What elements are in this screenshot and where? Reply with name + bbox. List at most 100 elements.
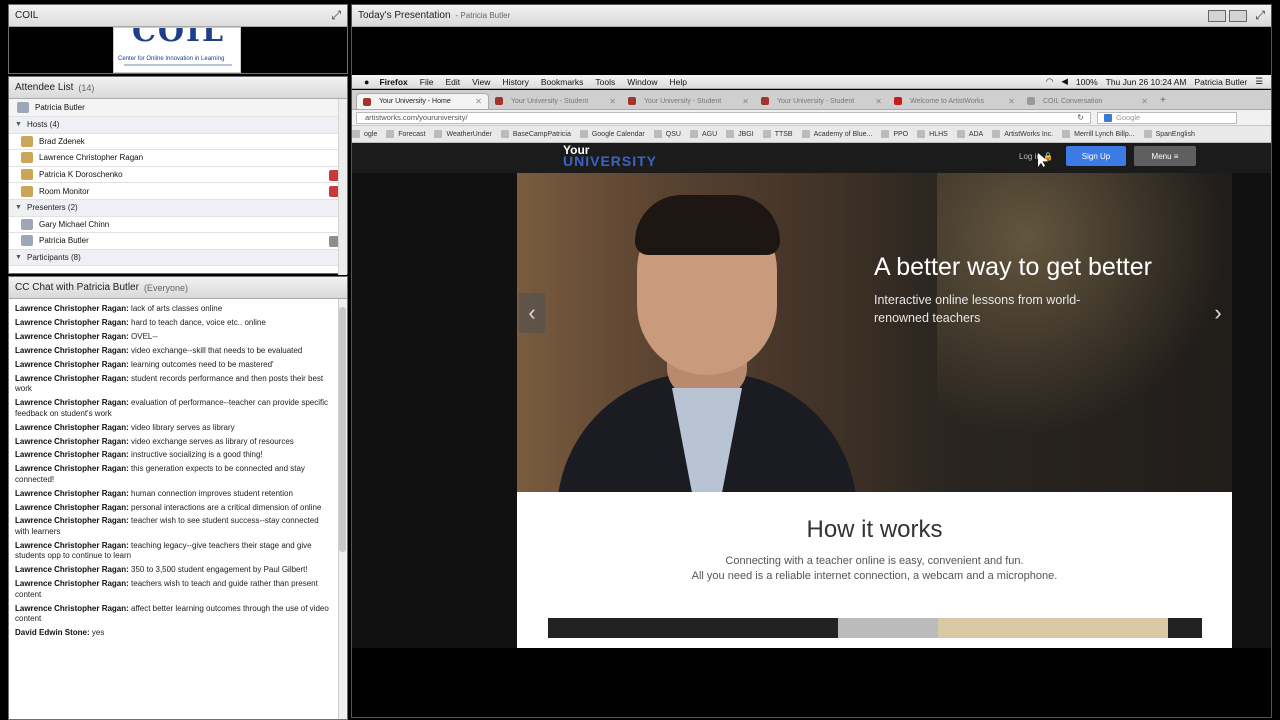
host-icon	[21, 135, 33, 147]
attendee-row[interactable]: Lawrence Christopher Ragan	[9, 150, 347, 167]
tab-artistworks[interactable]: Welcome to ArtistWorks ✕	[888, 93, 1021, 109]
tab-student-2[interactable]: Your University - Student ✕	[622, 93, 755, 109]
close-icon[interactable]: ✕	[1008, 97, 1015, 106]
reload-icon[interactable]: ↻	[1077, 113, 1084, 122]
fullscreen-icon[interactable]: ⤢	[331, 8, 341, 23]
group-label: Hosts (4)	[27, 120, 60, 130]
attendee-name: Gary Michael Chinn	[39, 219, 110, 229]
bookmark-item[interactable]: TTSB	[762, 130, 793, 138]
tab-student-3[interactable]: Your University - Student ✕	[755, 93, 888, 109]
bookmark-item[interactable]: SpanEnglish	[1143, 130, 1195, 138]
chat-message: Lawrence Christopher Ragan: affect bette…	[15, 604, 335, 625]
group-participants[interactable]: ▼ Participants (8)	[9, 249, 347, 267]
apple-icon[interactable]: ●	[364, 77, 369, 87]
bookmark-icon	[762, 130, 771, 138]
menu-help[interactable]: Help	[669, 77, 686, 87]
clock[interactable]: Thu Jun 26 10:24 AM	[1106, 77, 1187, 87]
attendee-pod-title: Attendee List	[15, 82, 74, 93]
bookmark-label: Merrill Lynch Billp...	[1074, 130, 1135, 138]
bookmark-icon	[689, 130, 698, 138]
bookmark-item[interactable]: ADA	[956, 130, 984, 138]
chat-scroll-thumb[interactable]	[339, 307, 346, 552]
attendee-row[interactable]: Brad Zdenek	[9, 134, 347, 151]
bookmark-item[interactable]: Merrill Lynch Billp...	[1062, 130, 1135, 138]
menu-history[interactable]: History	[502, 77, 528, 87]
caret-down-icon[interactable]: ▼	[15, 204, 27, 211]
attendee-scrollbar[interactable]	[338, 99, 347, 275]
bookmark-label: TTSB	[774, 130, 793, 138]
close-icon[interactable]: ✕	[609, 97, 616, 106]
menu-firefox[interactable]: Firefox	[379, 77, 407, 87]
layout-wide-icon[interactable]	[1229, 9, 1248, 22]
host-icon	[21, 169, 33, 181]
menu-file[interactable]: File	[420, 77, 434, 87]
coil-logo-tagline: Center for Online Innovation in Learning	[118, 56, 225, 62]
caret-down-icon[interactable]: ▼	[15, 121, 27, 128]
login-link[interactable]: Log in 🔒	[1019, 152, 1053, 161]
current-user[interactable]: Patricia Butler	[1194, 77, 1247, 87]
menu-view[interactable]: View	[472, 77, 490, 87]
bookmark-label: WeatherUnder	[446, 130, 492, 138]
menu-window[interactable]: Window	[627, 77, 657, 87]
signup-button[interactable]: Sign Up	[1066, 146, 1126, 166]
hero-subtitle: Interactive online lessons from world-re…	[874, 293, 1081, 325]
fullscreen-icon[interactable]: ⤢	[1255, 8, 1265, 23]
bookmark-item[interactable]: JBGI	[726, 130, 754, 138]
menu-tools[interactable]: Tools	[595, 77, 615, 87]
close-icon[interactable]: ✕	[742, 97, 749, 106]
bookmark-icon	[1143, 130, 1152, 138]
battery-level[interactable]: 100%	[1076, 77, 1098, 87]
bookmark-item[interactable]: Google Calendar	[579, 130, 645, 138]
attendee-row[interactable]: Room Monitor	[9, 183, 347, 200]
bookmark-item[interactable]: ogle	[352, 130, 377, 138]
bookmark-label: ADA	[968, 130, 984, 138]
new-tab-button[interactable]: +	[1154, 95, 1172, 109]
bookmark-item[interactable]: WeatherUnder	[434, 130, 492, 138]
tab-home[interactable]: Your University - Home ✕	[356, 93, 489, 109]
carousel-next-chevron-right-icon[interactable]: ›	[1205, 293, 1231, 333]
close-icon[interactable]: ✕	[875, 97, 882, 106]
nav-bar: artistworks.com/youruniversity/ ↻ Google	[352, 110, 1271, 126]
attendee-name: Brad Zdenek	[39, 136, 85, 146]
wifi-icon[interactable]: ◠	[1046, 76, 1053, 87]
attendee-row[interactable]: Patricia K Doroschenko	[9, 167, 347, 184]
bookmark-icon	[653, 130, 662, 138]
close-icon[interactable]: ✕	[1141, 97, 1148, 106]
group-presenters[interactable]: ▼ Presenters (2)	[9, 199, 347, 217]
menu-edit[interactable]: Edit	[445, 77, 460, 87]
chat-scrollbar[interactable]	[338, 299, 347, 719]
carousel-prev-chevron-left-icon[interactable]: ‹	[519, 293, 545, 333]
tab-student-1[interactable]: Your University - Student ✕	[489, 93, 622, 109]
bookmark-label: SpanEnglish	[1155, 130, 1195, 138]
bookmark-item[interactable]: QSU	[653, 130, 681, 138]
bookmark-item[interactable]: ArtistWorks Inc.	[992, 130, 1053, 138]
chat-sender: Lawrence Christopher Ragan:	[15, 502, 129, 512]
bookmark-item[interactable]: Forecast	[386, 130, 425, 138]
group-hosts[interactable]: ▼ Hosts (4)	[9, 117, 347, 134]
bookmark-item[interactable]: PPO	[881, 130, 908, 138]
site-logo[interactable]: Your UNIVERSITY	[563, 144, 657, 168]
menu-bookmarks[interactable]: Bookmarks	[541, 77, 584, 87]
coil-pod-header: COIL ⤢	[9, 5, 347, 27]
strip-block	[838, 618, 938, 638]
tab-coil[interactable]: COIL Conversation ✕	[1021, 93, 1154, 109]
bookmark-item[interactable]: Academy of Blue...	[801, 130, 872, 138]
chat-sender: Lawrence Christopher Ragan:	[15, 304, 129, 314]
bookmark-label: PPO	[893, 130, 909, 138]
volume-icon[interactable]: ◀	[1061, 76, 1068, 87]
search-input[interactable]: Google	[1097, 111, 1237, 124]
caret-down-icon[interactable]: ▼	[15, 254, 27, 261]
attendee-row[interactable]: Gary Michael Chinn	[9, 217, 347, 234]
bookmark-item[interactable]: HLHS	[917, 130, 948, 138]
chat-message: Lawrence Christopher Ragan: hard to teac…	[15, 318, 335, 329]
bookmark-item[interactable]: AGU	[689, 130, 717, 138]
attendee-row[interactable]: Patricia Butler	[9, 233, 347, 250]
chat-sender: Lawrence Christopher Ragan:	[15, 346, 129, 356]
menu-button[interactable]: Menu ≡	[1134, 146, 1196, 166]
attendee-self[interactable]: Patricia Butler	[9, 99, 347, 117]
url-bar[interactable]: artistworks.com/youruniversity/ ↻	[356, 111, 1091, 124]
list-icon[interactable]: ☰	[1255, 76, 1263, 87]
bookmark-item[interactable]: BaseCampPatricia	[500, 130, 571, 138]
layout-normal-icon[interactable]	[1208, 9, 1227, 22]
close-icon[interactable]: ✕	[475, 97, 482, 106]
